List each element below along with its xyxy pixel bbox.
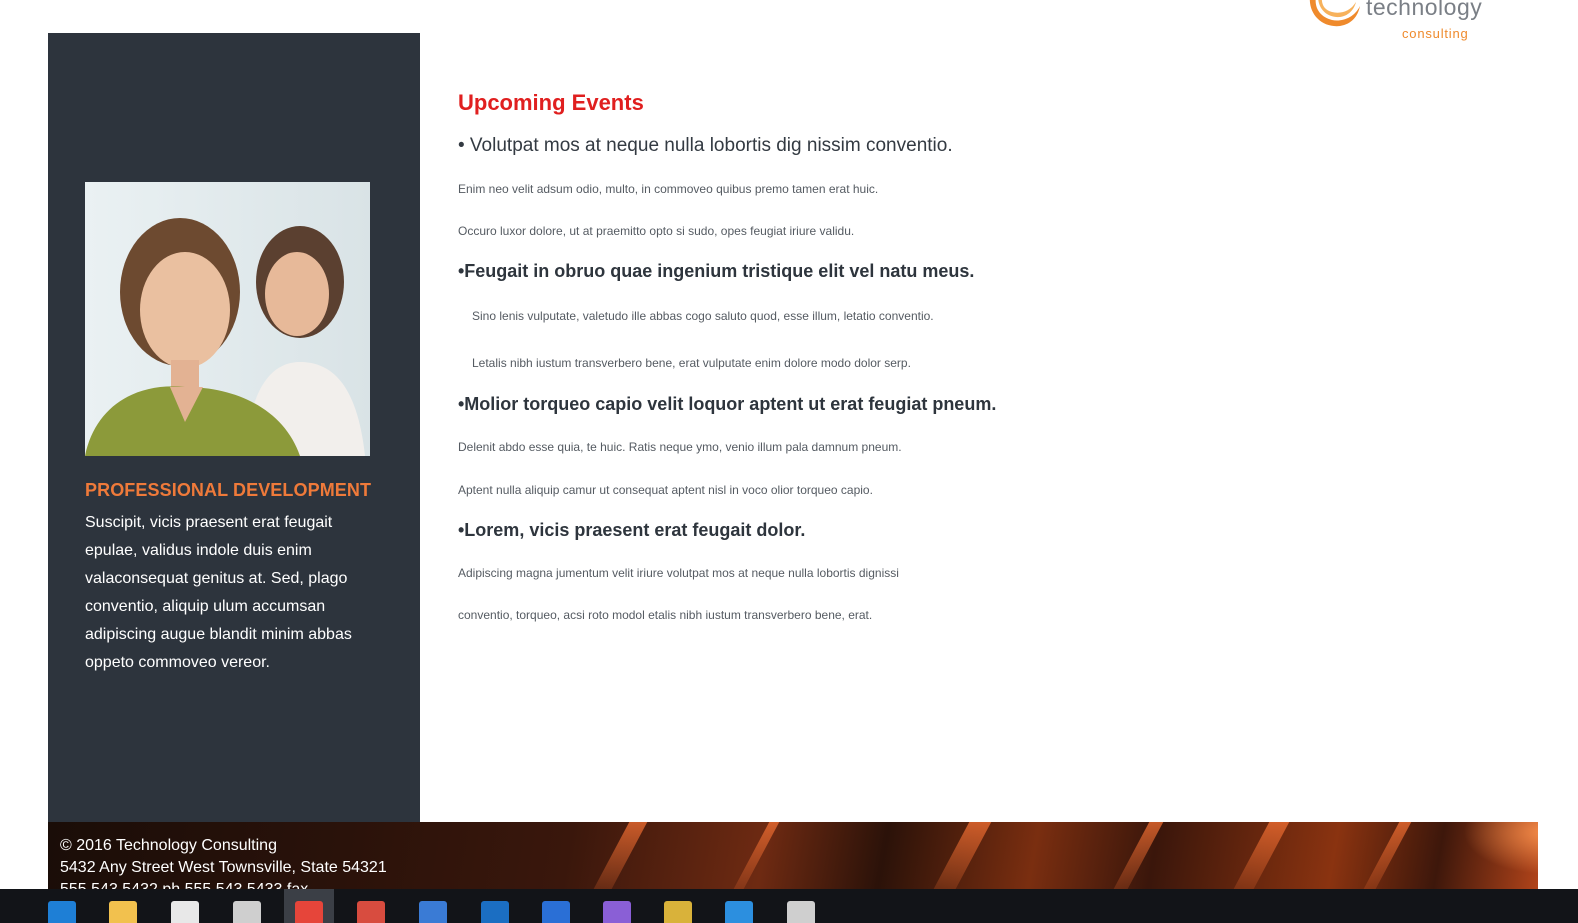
taskbar-paint-button[interactable] <box>346 889 396 923</box>
app-rabbit-icon <box>233 901 261 923</box>
powershell-icon <box>542 901 570 923</box>
logo-subword: consulting <box>1402 26 1469 41</box>
paragraph: Enim neo velit adsum odio, multo, in com… <box>458 182 879 196</box>
taskbar-app-rabbit-button[interactable] <box>222 889 272 923</box>
event-heading: •Feugait in obruo quae ingenium tristiqu… <box>458 261 975 281</box>
sidebar-heading: PROFESSIONAL DEVELOPMENT <box>85 480 372 500</box>
logo-wordmark: technology <box>1366 0 1483 20</box>
paragraph: Sino lenis vulputate, valetudo ille abba… <box>472 309 934 323</box>
event-heading: •Molior torqueo capio velit loquor apten… <box>458 394 997 414</box>
paragraph: Aptent nulla aliquip camur ut consequat … <box>458 483 873 497</box>
outlook-icon <box>481 901 509 923</box>
vscode-icon <box>725 901 753 923</box>
taskbar-chrome-button[interactable] <box>284 889 334 923</box>
taskbar-terminal-button[interactable] <box>776 889 826 923</box>
paragraph: Delenit abdo esse quia, te huic. Ratis n… <box>458 440 902 454</box>
paragraph: Occuro luxor dolore, ut at praemitto opt… <box>458 224 855 238</box>
footer-address: 5432 Any Street West Townsville, State 5… <box>60 859 387 876</box>
team-photo <box>85 182 370 456</box>
windows-taskbar <box>0 889 1578 923</box>
page-title: Upcoming Events <box>458 90 644 115</box>
paragraph: Adipiscing magna jumentum velit iriure v… <box>458 566 899 580</box>
logo-swirl-icon <box>1309 0 1360 27</box>
tool-icon <box>664 901 692 923</box>
footer: © 2016 Technology Consulting 5432 Any St… <box>48 822 1538 892</box>
taskbar-file-explorer-button[interactable] <box>98 889 148 923</box>
taskbar-git-button[interactable] <box>408 889 458 923</box>
sidebar: PROFESSIONAL DEVELOPMENT Suscipit, vicis… <box>48 33 420 822</box>
paragraph: conventio, torqueo, acsi roto modol etal… <box>458 608 873 622</box>
paint-icon <box>357 901 385 923</box>
file-explorer-icon <box>109 901 137 923</box>
company-logo[interactable]: technology consulting <box>1300 0 1510 44</box>
taskbar-visual-studio-button[interactable] <box>592 889 642 923</box>
terminal-icon <box>787 901 815 923</box>
chrome-icon <box>295 901 323 923</box>
taskbar-store-button[interactable] <box>160 889 210 923</box>
taskbar-vscode-button[interactable] <box>714 889 764 923</box>
lead-bullet: • Volutpat mos at neque nulla lobortis d… <box>458 135 953 156</box>
visual-studio-icon <box>603 901 631 923</box>
git-icon <box>419 901 447 923</box>
taskbar-powershell-button[interactable] <box>531 889 581 923</box>
store-icon <box>171 901 199 923</box>
paragraph: Letalis nibh iustum transverbero bene, e… <box>472 356 911 370</box>
footer-copyright: © 2016 Technology Consulting <box>60 837 277 854</box>
taskbar-outlook-button[interactable] <box>470 889 520 923</box>
taskbar-edge-button[interactable] <box>37 889 87 923</box>
event-heading: •Lorem, vicis praesent erat feugait dolo… <box>458 520 806 540</box>
taskbar-tool-button[interactable] <box>653 889 703 923</box>
edge-icon <box>48 901 76 923</box>
sidebar-body-text: Suscipit, vicis praesent erat feugait ep… <box>85 514 352 671</box>
